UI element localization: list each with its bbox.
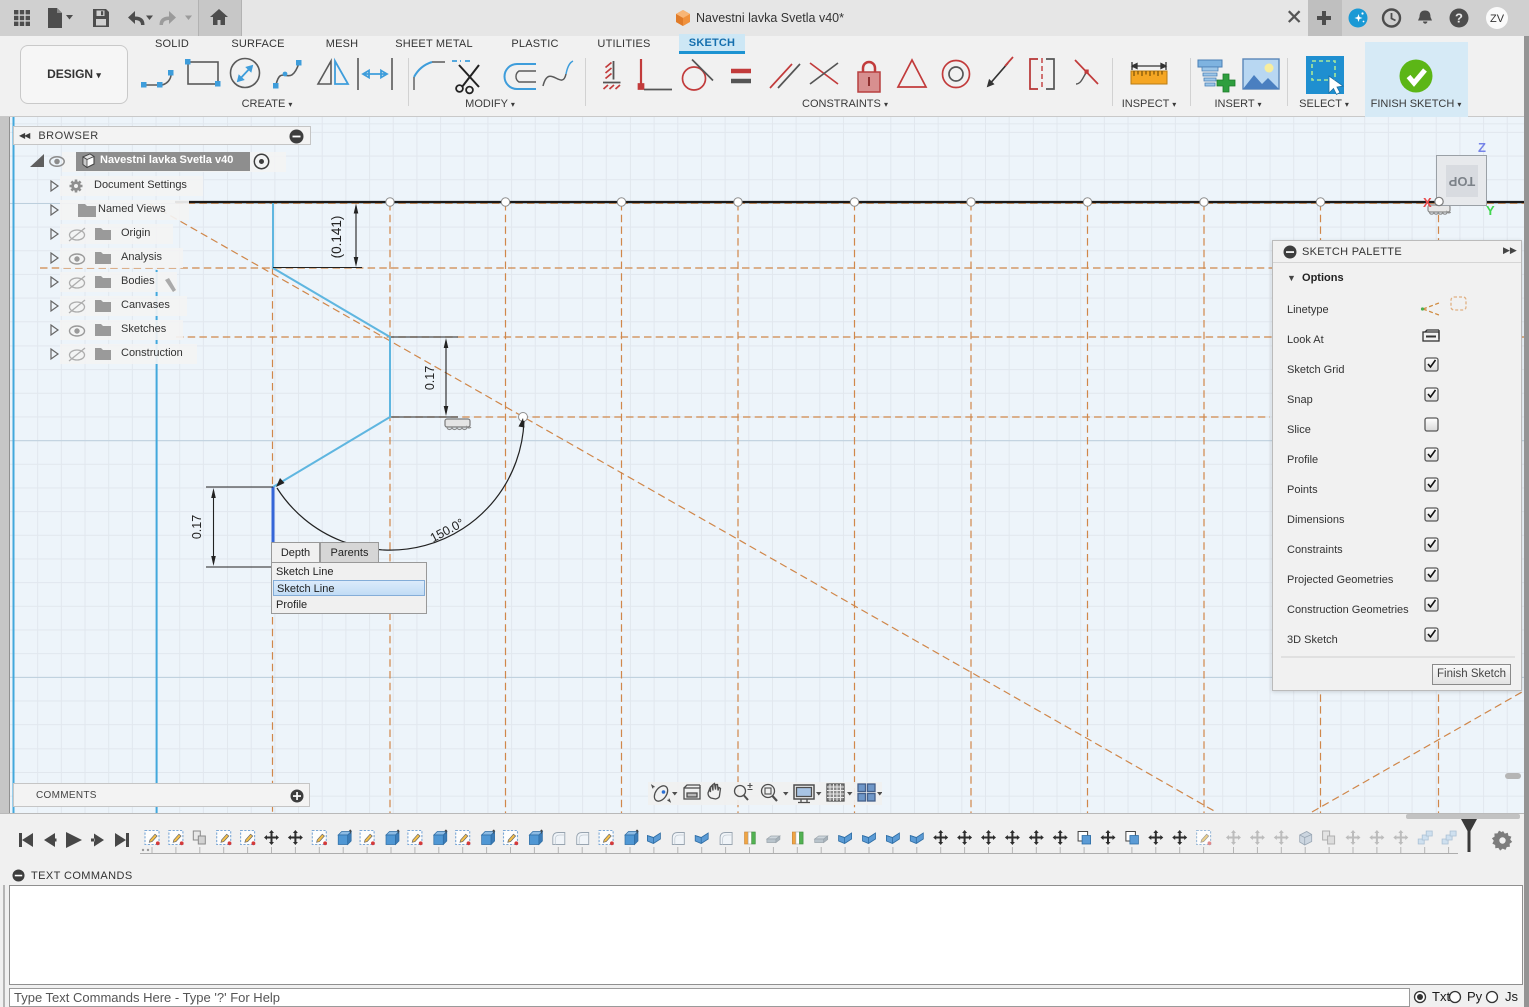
svg-text:Txt: Txt [1432, 989, 1450, 1004]
svg-text:ZV: ZV [1490, 13, 1505, 25]
svg-text:Js: Js [1505, 989, 1519, 1004]
svg-text:Y: Y [1486, 203, 1495, 218]
svg-text:Py: Py [1467, 989, 1483, 1004]
svg-text:Z: Z [1478, 140, 1486, 155]
svg-text:0.17: 0.17 [190, 515, 204, 539]
svg-text:150.0°: 150.0° [428, 516, 467, 545]
svg-text:?: ? [1455, 11, 1463, 26]
